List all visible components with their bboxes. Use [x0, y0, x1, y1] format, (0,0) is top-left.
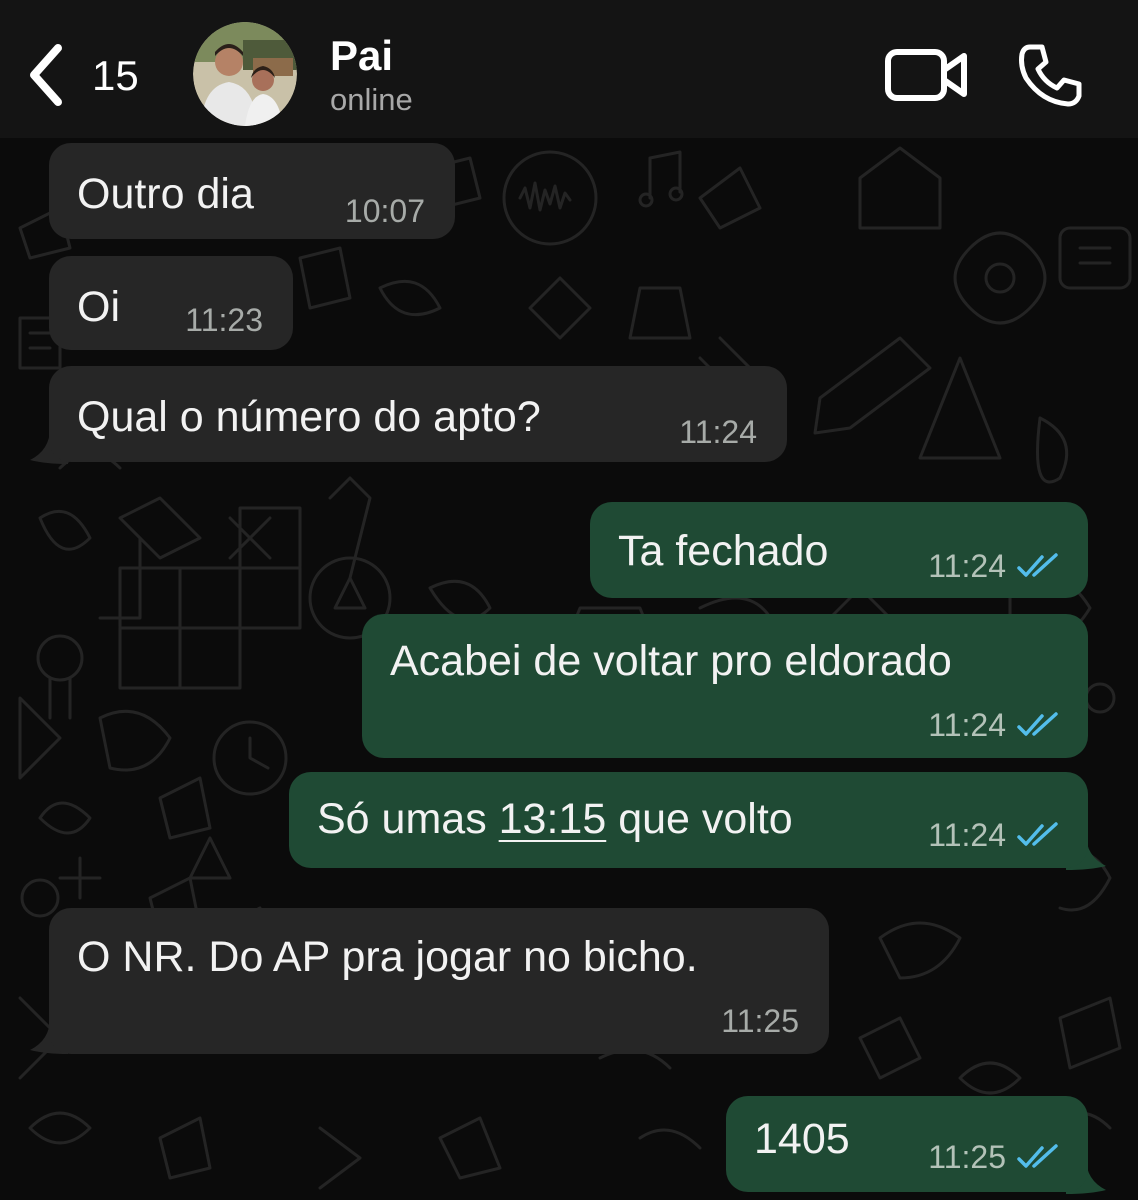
phone-icon[interactable] — [1016, 42, 1084, 110]
message-time: 10:07 — [344, 193, 425, 229]
message-text: Qual o número do apto? — [77, 393, 541, 441]
contact-name[interactable]: Pai — [330, 32, 393, 80]
incoming-message[interactable]: Oi 11:23 — [49, 256, 293, 350]
outgoing-message[interactable]: Acabei de voltar pro eldorado 11:24 — [362, 614, 1088, 758]
message-text-part: Só umas — [317, 795, 499, 843]
contact-status: online — [330, 82, 413, 117]
incoming-message[interactable]: Outro dia 10:07 — [49, 143, 455, 239]
message-time: 11:24 — [679, 414, 757, 450]
incoming-message[interactable]: O NR. Do AP pra jogar no bicho. 11:25 — [49, 908, 829, 1054]
message-text: Outro dia — [77, 170, 254, 218]
message-time: 11:24 — [928, 707, 1006, 743]
unread-count[interactable]: 15 — [92, 52, 139, 100]
read-ticks-icon — [1017, 553, 1058, 577]
message-text: 1405 — [754, 1115, 850, 1163]
message-time: 11:25 — [721, 1003, 799, 1039]
chat-area[interactable]: Outro dia 10:07 Oi 11:23 Qual o número d… — [0, 138, 1138, 1200]
contact-avatar[interactable] — [193, 22, 297, 126]
message-time: 11:24 — [928, 817, 1006, 853]
message-time: 11:23 — [185, 302, 263, 338]
message-text: Acabei de voltar pro eldorado — [390, 637, 952, 685]
outgoing-message[interactable]: Ta fechado 11:24 — [590, 502, 1088, 598]
read-ticks-icon — [1017, 712, 1058, 736]
read-ticks-icon — [1017, 1144, 1058, 1168]
incoming-message[interactable]: Qual o número do apto? 11:24 — [49, 366, 787, 462]
message-time: 11:25 — [928, 1139, 1006, 1175]
chat-header: 15 Pai online — [0, 0, 1138, 138]
video-camera-icon[interactable] — [884, 46, 968, 104]
back-chevron-icon[interactable] — [24, 40, 68, 110]
time-link[interactable]: 13:15 — [499, 795, 607, 843]
message-text: Oi — [77, 283, 120, 331]
outgoing-message[interactable]: Só umas 13:15 que volto 11:24 — [289, 772, 1088, 868]
outgoing-message[interactable]: 1405 11:25 — [726, 1096, 1088, 1192]
message-text: O NR. Do AP pra jogar no bicho. — [77, 933, 698, 981]
read-ticks-icon — [1017, 822, 1058, 846]
message-text: Só umas 13:15 que volto — [317, 794, 793, 844]
message-text: Ta fechado — [618, 527, 829, 575]
message-text-part: que volto — [606, 795, 793, 843]
message-time: 11:24 — [928, 548, 1006, 584]
